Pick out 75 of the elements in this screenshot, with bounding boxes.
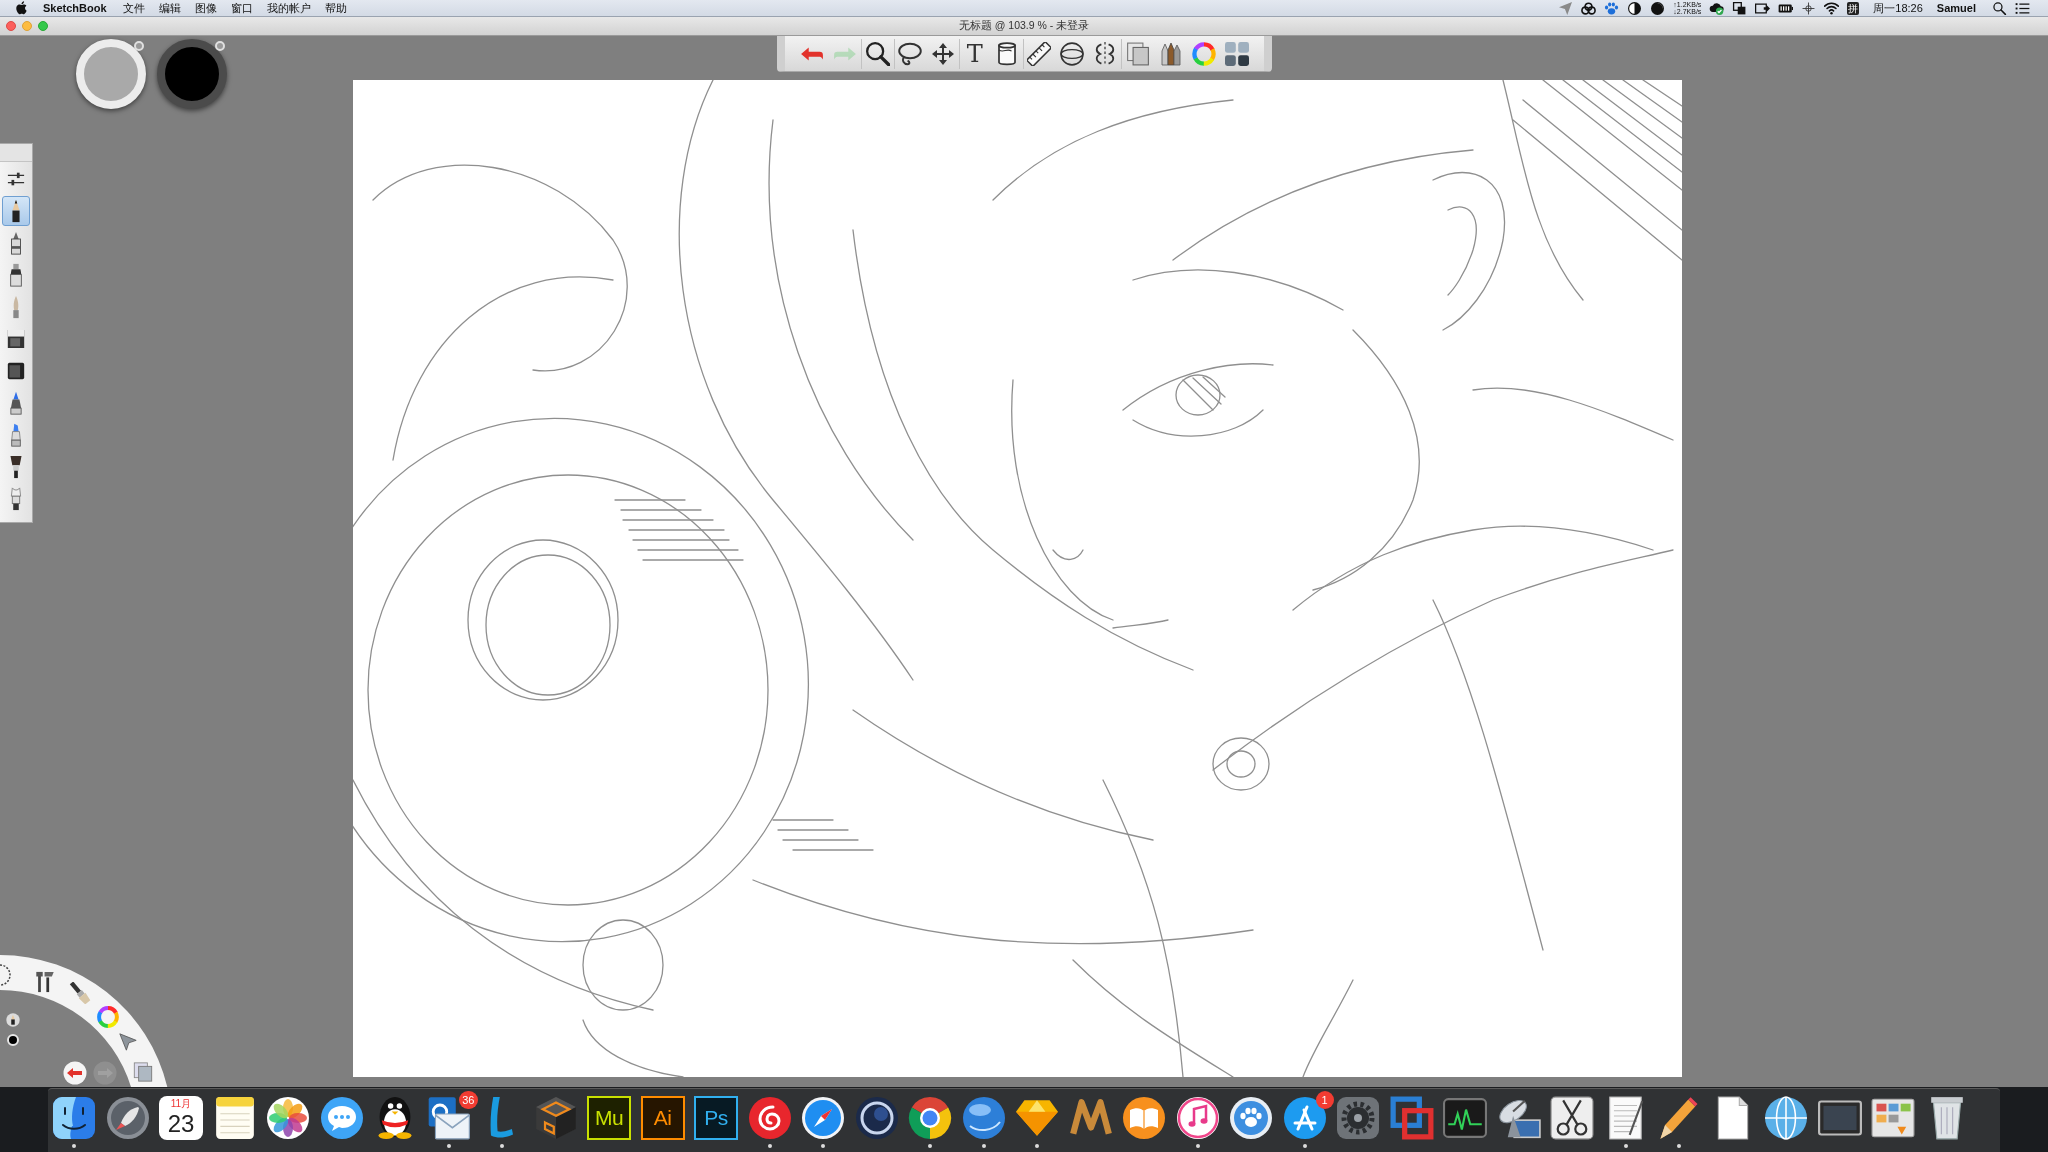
menu-item[interactable]: 帮助: [324, 0, 347, 16]
music-note-icon[interactable]: [1175, 1096, 1220, 1140]
brush-puck[interactable]: [76, 39, 146, 109]
scissors-icon[interactable]: [1550, 1096, 1594, 1140]
linked-rings-icon[interactable]: [1581, 1, 1597, 15]
half-circle-icon[interactable]: [1627, 1, 1643, 15]
ellipse-guide-icon[interactable]: [1060, 41, 1085, 66]
rocket-icon[interactable]: [105, 1096, 150, 1140]
letter-tile[interactable]: Mu: [587, 1096, 631, 1140]
menu-item[interactable]: 图像: [194, 0, 217, 16]
battery-icon[interactable]: [1778, 1, 1794, 15]
letter-tile[interactable]: Ai: [640, 1096, 685, 1140]
paw-icon[interactable]: [1229, 1096, 1273, 1140]
tricolor-wheel-icon[interactable]: [908, 1096, 952, 1140]
pencil-icon[interactable]: [2, 196, 30, 226]
cube-box-icon[interactable]: [533, 1096, 578, 1140]
list-icon[interactable]: [2015, 1, 2030, 15]
open-book-icon[interactable]: [1122, 1096, 1166, 1140]
color-wheel-icon[interactable]: [1191, 41, 1216, 66]
cloud-check-icon[interactable]: [1709, 1, 1725, 15]
brushes-icon[interactable]: [1158, 41, 1183, 66]
window-title: 无标题 @ 103.9 % - 未登录: [958, 19, 1090, 33]
calendar-tile[interactable]: 11月 23: [159, 1096, 203, 1140]
activity-graph-icon[interactable]: [1443, 1096, 1487, 1140]
paintbrush-icon[interactable]: [69, 982, 91, 1004]
search-icon[interactable]: [1992, 1, 2007, 15]
menu-item[interactable]: 窗口: [230, 0, 253, 16]
puck-knob-icon[interactable]: [134, 41, 144, 51]
ringed-sphere-icon[interactable]: [854, 1096, 899, 1140]
globe-icon[interactable]: [1764, 1096, 1808, 1140]
wrench-hammer-icon[interactable]: [34, 971, 56, 993]
two-tone-face-icon[interactable]: [52, 1096, 96, 1140]
pointer-arrow-icon[interactable]: [119, 1033, 137, 1051]
wifi-icon[interactable]: [1824, 1, 1840, 15]
four-squares-icon[interactable]: [1224, 41, 1249, 66]
paper-plane-icon[interactable]: [1558, 1, 1574, 15]
flower-icon[interactable]: [266, 1096, 310, 1140]
magnifier-icon[interactable]: [865, 41, 890, 66]
input-source-button[interactable]: 拼: [1847, 1, 1860, 15]
app-menu[interactable]: SketchBook: [43, 2, 107, 14]
speech-bubble-icon[interactable]: [319, 1096, 364, 1140]
window-close-icon[interactable]: [6, 21, 16, 31]
calendar-day: 23: [167, 1110, 195, 1137]
undo-icon[interactable]: [63, 1061, 87, 1085]
music-swirl-icon[interactable]: [747, 1096, 792, 1140]
layers-icon[interactable]: [133, 1062, 153, 1082]
menu-item[interactable]: 文件: [122, 0, 145, 16]
color-wheel-icon[interactable]: [97, 1006, 119, 1028]
user-name-menu[interactable]: Samuel: [1936, 2, 1976, 14]
notification-badge: 1: [1315, 1091, 1334, 1109]
menu-item[interactable]: 编辑: [158, 0, 181, 16]
text-tool-button[interactable]: T: [963, 39, 986, 68]
orb-icon[interactable]: [961, 1096, 1006, 1140]
calendar-month: 11月: [170, 1098, 192, 1110]
crosshair-icon[interactable]: [1801, 1, 1817, 15]
palette-header-bar: [0, 144, 32, 162]
gear-icon[interactable]: [1336, 1096, 1380, 1140]
lasso-icon[interactable]: [898, 41, 923, 66]
color-dot-icon[interactable]: [7, 1034, 19, 1046]
photo-grid-icon[interactable]: [1871, 1096, 1915, 1140]
overlapping-squares-icon[interactable]: [1732, 1, 1748, 15]
dotted-ring-icon[interactable]: [0, 964, 11, 986]
puck-knob-icon[interactable]: [215, 41, 225, 51]
compass-icon[interactable]: [801, 1096, 845, 1140]
pencil-icon[interactable]: [6, 1013, 20, 1027]
move-arrows-icon[interactable]: [931, 41, 956, 66]
filled-circle-icon[interactable]: [1650, 1, 1666, 15]
notification-badge: 36: [459, 1091, 478, 1109]
color-puck[interactable]: [157, 39, 227, 109]
apple-icon[interactable]: [15, 1, 27, 15]
crossed-tools-icon[interactable]: [1282, 1096, 1327, 1140]
layers-icon[interactable]: [1125, 41, 1150, 66]
letter-tile[interactable]: Ps: [694, 1096, 738, 1140]
menu-clock[interactable]: 周一18:26: [1873, 0, 1923, 16]
menu-item[interactable]: 我的帐户: [266, 0, 311, 16]
